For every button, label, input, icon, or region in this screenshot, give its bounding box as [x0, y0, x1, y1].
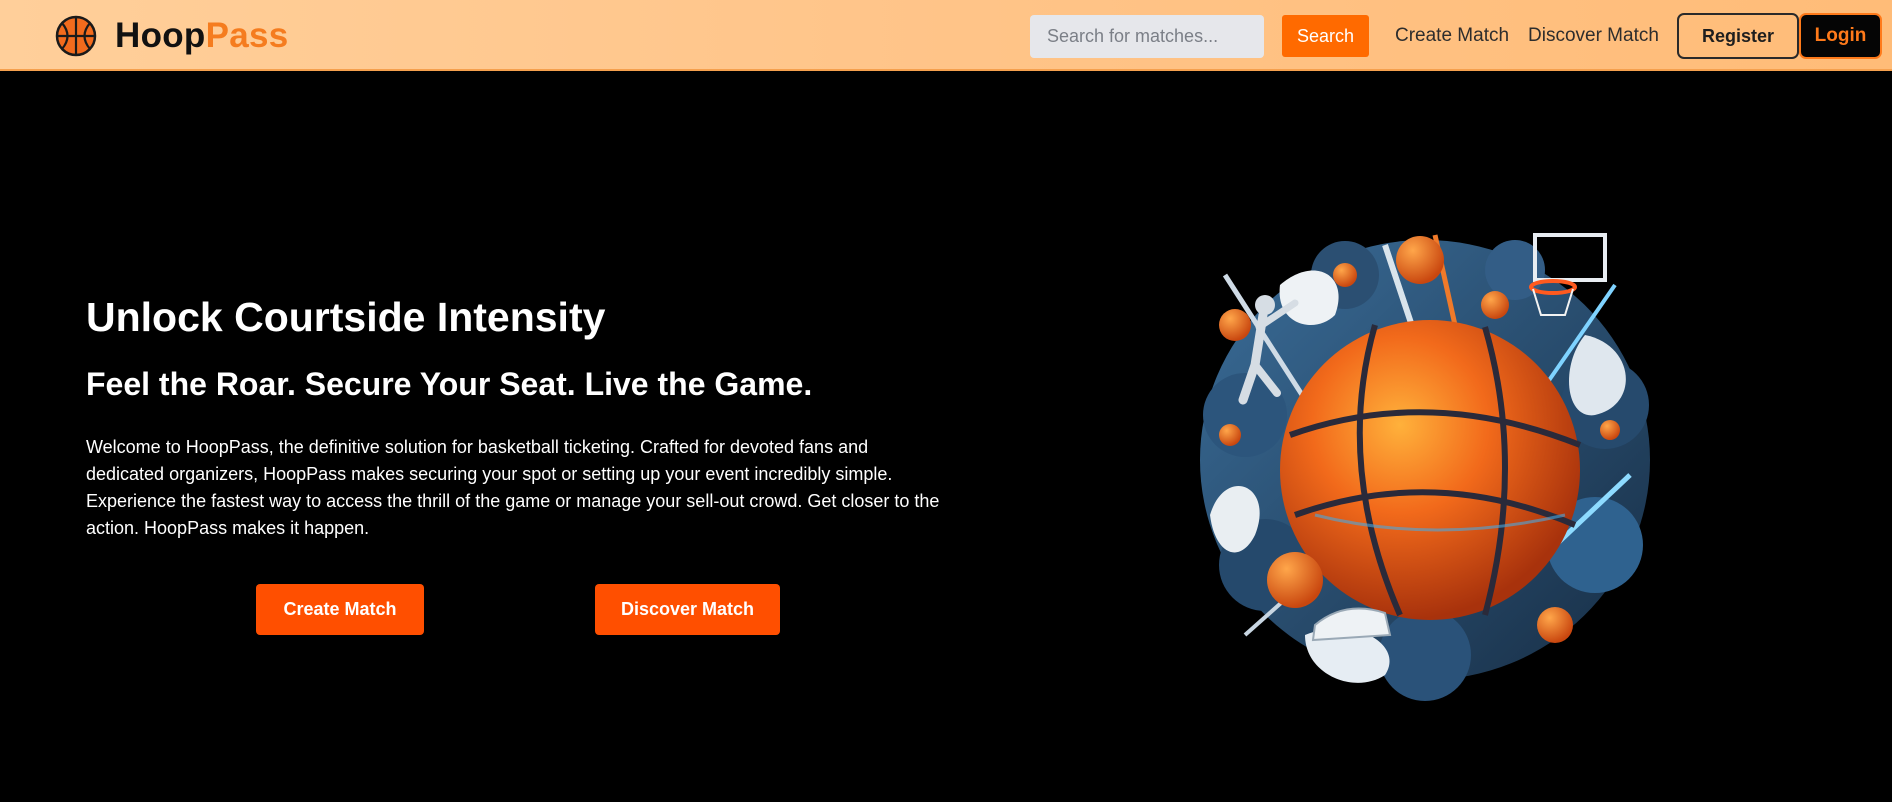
search-button[interactable]: Search [1282, 15, 1369, 57]
brand-logo[interactable]: HoopPass [55, 14, 289, 58]
nav-link-create-match[interactable]: Create Match [1395, 24, 1509, 48]
register-button[interactable]: Register [1677, 13, 1799, 59]
brand-name-hoop: Hoop [115, 16, 206, 55]
nav-link-discover-match[interactable]: Discover Match [1528, 24, 1659, 48]
create-match-button[interactable]: Create Match [256, 584, 424, 635]
brand-name: HoopPass [115, 14, 289, 58]
login-button[interactable]: Login [1799, 13, 1882, 59]
hero-subtitle: Feel the Roar. Secure Your Seat. Live th… [86, 366, 813, 402]
basketball-splash-illustration [1200, 233, 1650, 701]
search-input[interactable] [1030, 15, 1264, 58]
hero-title: Unlock Courtside Intensity [86, 294, 606, 340]
discover-match-button[interactable]: Discover Match [595, 584, 780, 635]
hero-description: Welcome to HoopPass, the definitive solu… [86, 437, 940, 538]
main-basketball-icon [1280, 320, 1582, 620]
basketball-icon [55, 15, 97, 57]
brand-name-pass: Pass [205, 16, 289, 55]
top-navbar: HoopPass Search Create Match Discover Ma… [0, 0, 1892, 71]
